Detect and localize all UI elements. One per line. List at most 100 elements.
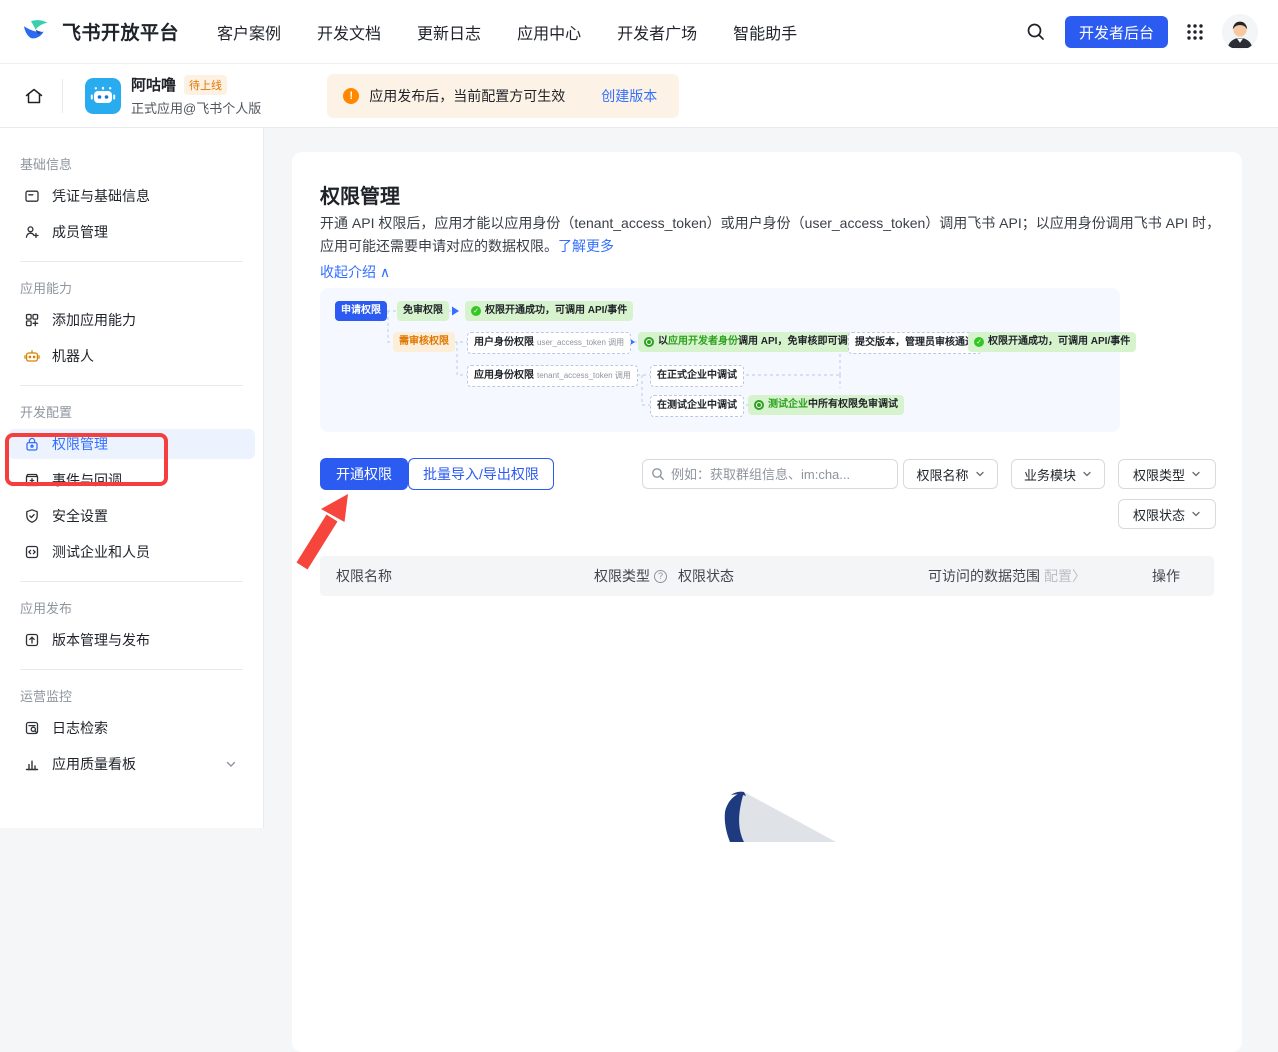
flow-node-no-review: 免审权限 [397, 301, 449, 321]
sidebar-divider [20, 669, 243, 670]
flow-node-success: ✓ 权限开通成功，可调用 API/事件 [465, 301, 633, 321]
publish-warning-banner: ! 应用发布后，当前配置方可生效 创建版本 [327, 74, 679, 118]
flow-success-label: 权限开通成功，可调用 API/事件 [485, 306, 627, 316]
filter-permission-type[interactable]: 权限类型 [1118, 459, 1216, 489]
app-icon [85, 78, 121, 114]
sidebar-item-label: 版本管理与发布 [52, 630, 150, 650]
sidebar-item-label: 添加应用能力 [52, 310, 136, 330]
column-permission-type: 权限类型 ? [594, 556, 667, 596]
feishu-logo[interactable]: 飞书开放平台 [22, 18, 179, 46]
sidebar-item-version-release[interactable]: 版本管理与发布 [8, 625, 255, 655]
robot-icon [24, 348, 40, 364]
sidebar-item-label: 日志检索 [52, 718, 108, 738]
sidebar-item-label: 测试企业和人员 [52, 542, 150, 562]
filter-business-module[interactable]: 业务模块 [1011, 459, 1105, 489]
search-icon[interactable] [1025, 21, 1047, 43]
column-label: 权限类型 [594, 566, 650, 586]
open-permission-button[interactable]: 开通权限 [320, 458, 408, 490]
filter-permission-name[interactable]: 权限名称 [903, 459, 998, 489]
filter-label: 业务模块 [1024, 465, 1076, 484]
sidebar-item-permissions[interactable]: 权限管理 [8, 429, 255, 459]
header-divider [62, 79, 63, 113]
nav-item-customer-cases[interactable]: 客户案例 [217, 20, 281, 44]
sidebar-item-credentials[interactable]: 凭证与基础信息 [8, 181, 255, 211]
feishu-logo-icon [22, 18, 54, 46]
column-actions: 操作 [1152, 556, 1180, 596]
sidebar-item-bot[interactable]: 机器人 [8, 341, 255, 371]
filter-label: 权限类型 [1133, 465, 1185, 484]
search-input[interactable] [671, 467, 889, 482]
section-title-monitoring: 运营监控 [20, 686, 243, 705]
dev-call-highlight: 应用开发者身份 [668, 336, 738, 347]
check-circle-icon: ✓ [974, 337, 984, 347]
sidebar-item-test-company[interactable]: 测试企业和人员 [8, 537, 255, 567]
chevron-down-icon [1191, 469, 1201, 479]
search-icon [651, 467, 665, 481]
sidebar-item-events[interactable]: 事件与回调 [8, 465, 255, 495]
app-identity-sub: tenant_access_token 调用 [537, 371, 631, 380]
developer-console-button[interactable]: 开发者后台 [1065, 16, 1168, 48]
sidebar-item-label: 权限管理 [52, 434, 108, 454]
home-icon[interactable] [24, 86, 44, 106]
batch-import-export-button[interactable]: 批量导入/导出权限 [408, 458, 554, 490]
nav-item-changelog[interactable]: 更新日志 [417, 20, 481, 44]
permission-search-box[interactable] [642, 459, 898, 489]
learn-more-link[interactable]: 了解更多 [558, 238, 614, 254]
lock-icon [24, 436, 40, 452]
nav-item-ai-assistant[interactable]: 智能助手 [733, 20, 797, 44]
nav-item-app-center[interactable]: 应用中心 [517, 20, 581, 44]
permissions-panel: 权限管理 开通 API 权限后，应用才能以应用身份（tenant_access_… [292, 152, 1242, 1052]
sidebar-item-label: 事件与回调 [52, 470, 122, 490]
section-title-capabilities: 应用能力 [20, 278, 243, 297]
sidebar-divider [20, 385, 243, 386]
app-status-badge: 待上线 [184, 75, 227, 95]
top-nav-items: 客户案例 开发文档 更新日志 应用中心 开发者广场 智能助手 [217, 20, 797, 44]
dev-call-post: 调用 API，免审核即可调试 [738, 336, 857, 347]
sidebar-item-label: 安全设置 [52, 506, 108, 526]
test-highlight: 测试企业 [768, 399, 808, 410]
debug-circle-icon [644, 337, 654, 347]
page-title: 权限管理 [320, 180, 400, 209]
sidebar-item-members[interactable]: 成员管理 [8, 217, 255, 247]
grid-add-icon [24, 312, 40, 328]
section-title-dev-config: 开发配置 [20, 402, 243, 421]
user-avatar[interactable] [1222, 14, 1258, 50]
flow-node-apply: 申请权限 [335, 301, 387, 321]
sidebar-item-add-capability[interactable]: 添加应用能力 [8, 305, 255, 335]
nav-item-dev-docs[interactable]: 开发文档 [317, 20, 381, 44]
sidebar: 基础信息 凭证与基础信息 成员管理 应用能力 添加应用能力 [0, 128, 264, 828]
test-post: 中所有权限免审调试 [808, 399, 898, 410]
chevron-right-icon: 〉 [1072, 568, 1086, 584]
sidebar-item-log-search[interactable]: 日志检索 [8, 713, 255, 743]
filter-label: 权限状态 [1133, 505, 1185, 524]
chevron-down-icon[interactable] [225, 758, 237, 770]
sidebar-item-security[interactable]: 安全设置 [8, 501, 255, 531]
nav-item-dev-plaza[interactable]: 开发者广场 [617, 20, 697, 44]
chevron-down-icon [975, 469, 985, 479]
collapse-label: 收起介绍 [320, 264, 376, 280]
column-label: 可访问的数据范围 [928, 566, 1040, 586]
sidebar-divider [20, 581, 243, 582]
sidebar-item-quality-dashboard[interactable]: 应用质量看板 [8, 749, 255, 779]
filter-permission-status[interactable]: 权限状态 [1118, 499, 1216, 529]
debug-circle-icon [754, 400, 764, 410]
sidebar-item-label: 凭证与基础信息 [52, 186, 150, 206]
check-circle-icon: ✓ [471, 306, 481, 316]
warning-icon: ! [343, 88, 359, 104]
flow-node-app-identity: 应用身份权限tenant_access_token 调用 [467, 365, 638, 387]
user-add-icon [24, 224, 40, 240]
code-brackets-icon [24, 544, 40, 560]
collapse-intro-link[interactable]: 收起介绍 ∧ [320, 262, 390, 282]
apps-grid-icon[interactable] [1186, 23, 1204, 41]
section-title-basic-info: 基础信息 [20, 154, 243, 173]
shield-check-icon [24, 508, 40, 524]
app-subtitle: 正式应用@飞书个人版 [131, 98, 261, 117]
create-version-link[interactable]: 创建版本 [601, 86, 657, 106]
sidebar-item-label: 机器人 [52, 346, 94, 366]
configure-link[interactable]: 配置〉 [1044, 566, 1086, 586]
help-question-icon[interactable]: ? [654, 570, 667, 583]
description-text: 开通 API 权限后，应用才能以应用身份（tenant_access_token… [320, 215, 1220, 254]
sidebar-item-label: 成员管理 [52, 222, 108, 242]
permission-flowchart: 申请权限 免审权限 ✓ 权限开通成功，可调用 API/事件 需审核权限 用户身份… [320, 288, 1120, 432]
flow-node-formal-debug: 在正式企业中调试 [650, 365, 744, 387]
